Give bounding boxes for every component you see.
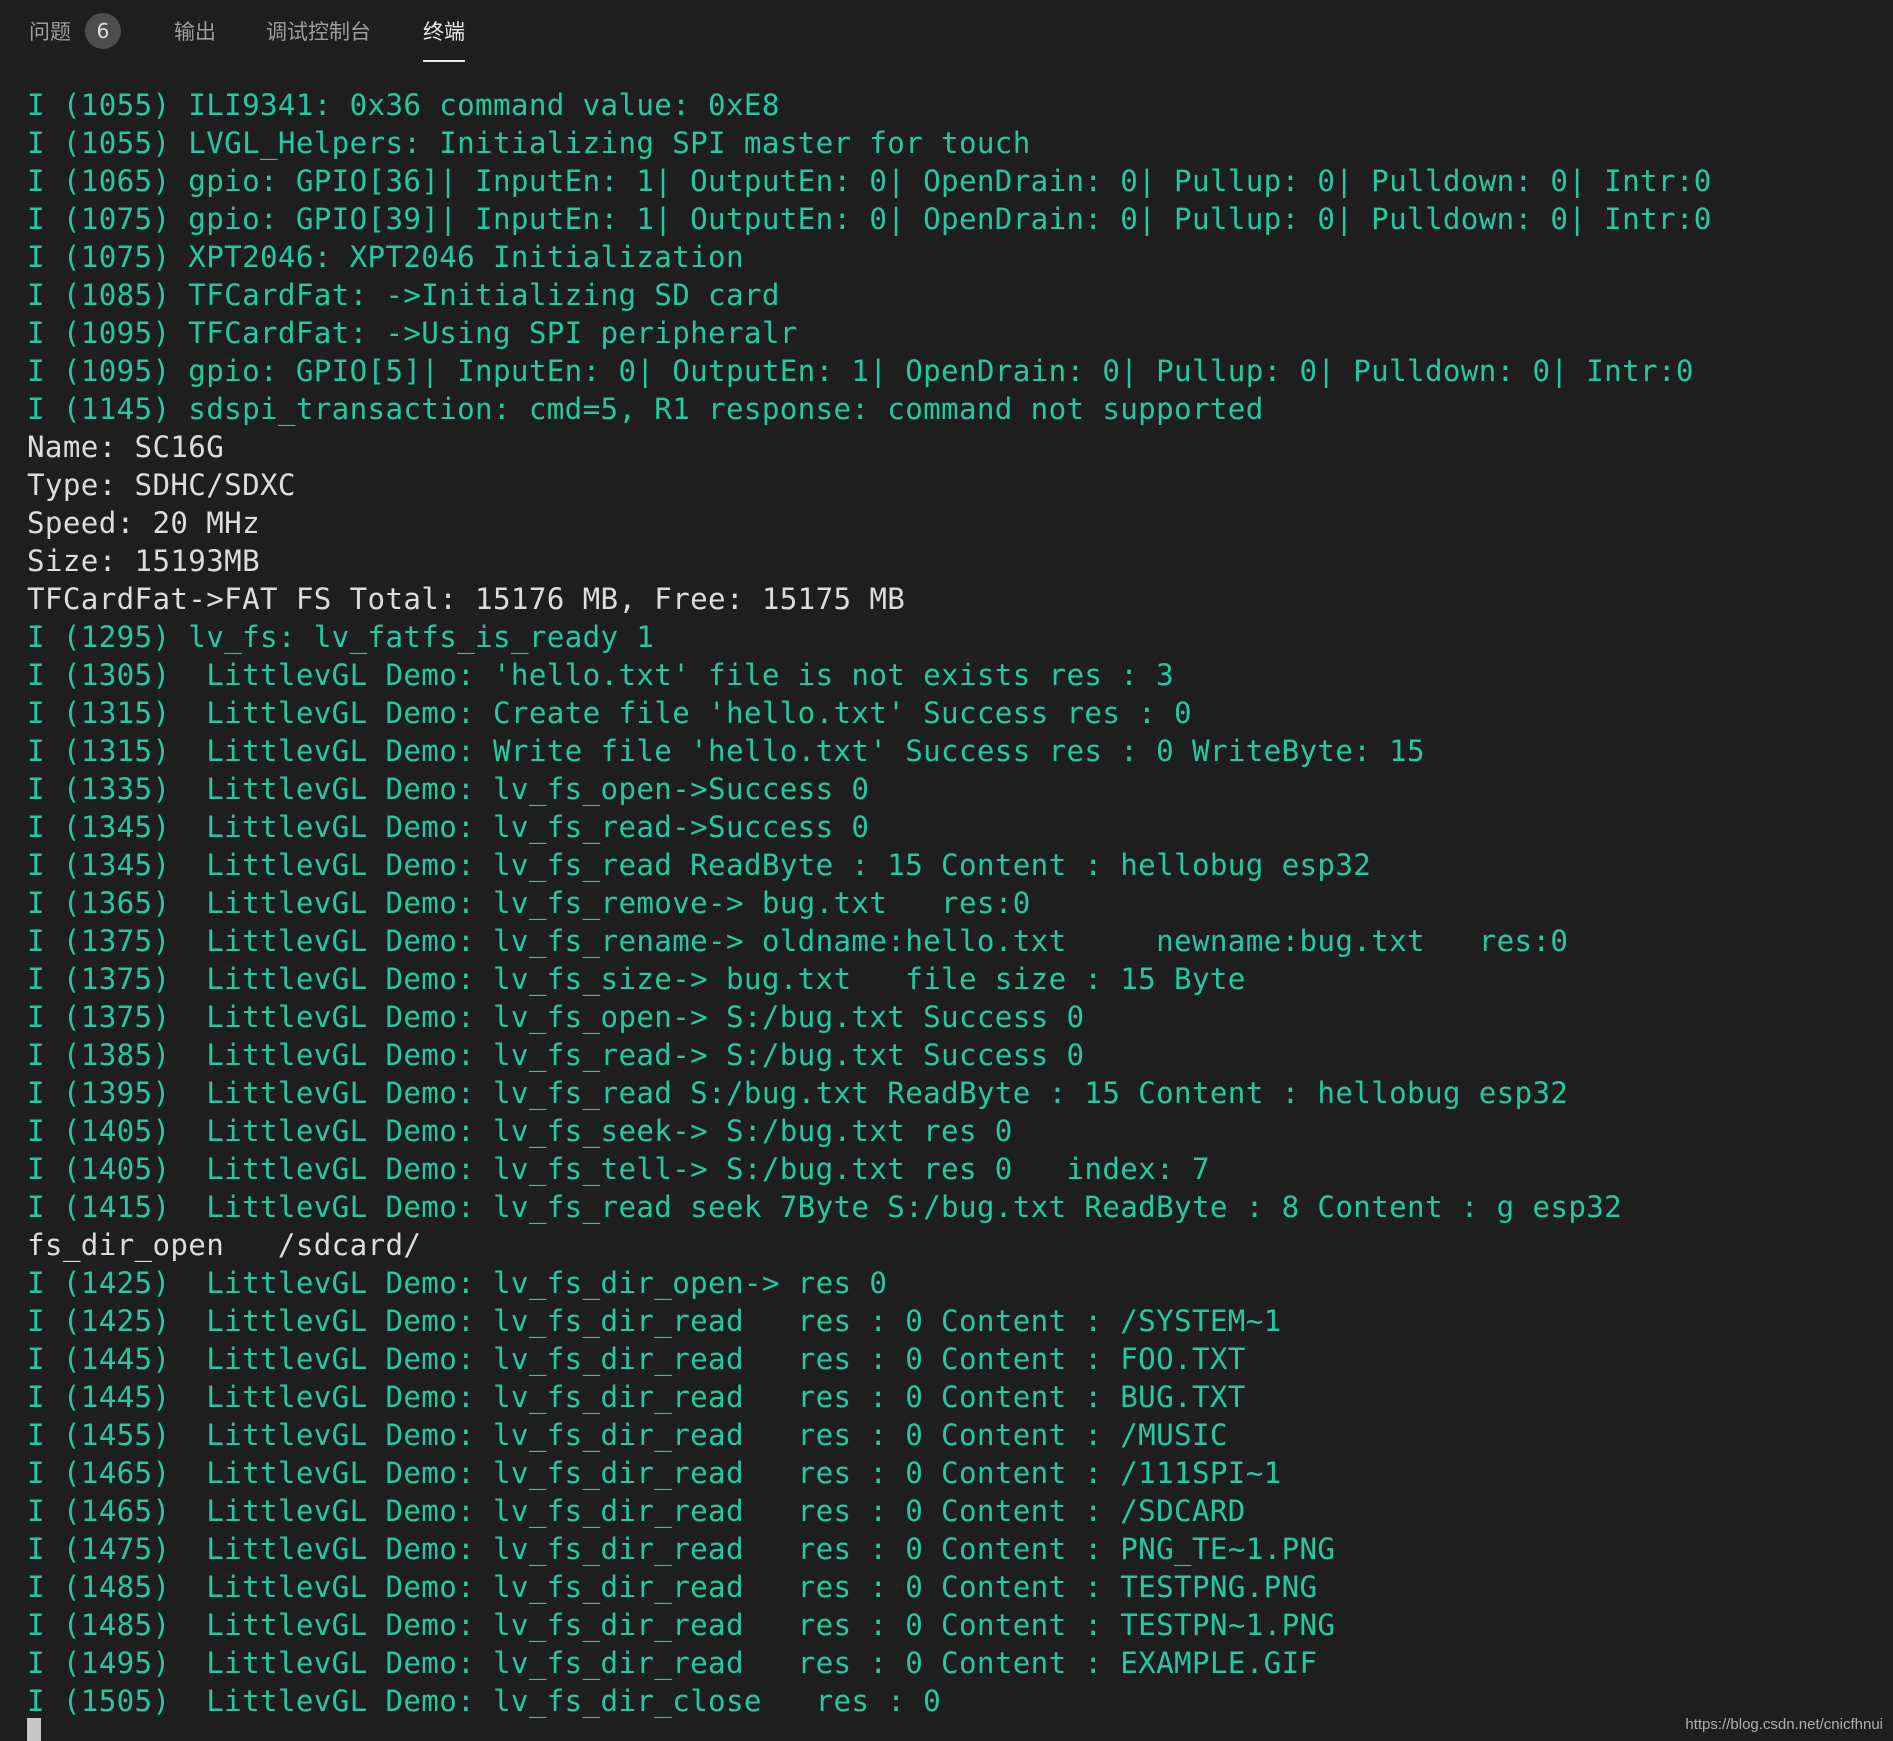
terminal-line: I (1145) sdspi_transaction: cmd=5, R1 re… — [27, 392, 1264, 426]
terminal-line: I (1495) LittlevGL Demo: lv_fs_dir_read … — [27, 1646, 1318, 1680]
terminal-line: I (1385) LittlevGL Demo: lv_fs_read-> S:… — [27, 1038, 1085, 1072]
terminal-line: I (1505) LittlevGL Demo: lv_fs_dir_close… — [27, 1684, 942, 1718]
tab-debug-console-label: 调试控制台 — [266, 20, 371, 44]
tab-terminal-label: 终端 — [423, 20, 465, 44]
terminal-line: I (1375) LittlevGL Demo: lv_fs_rename-> … — [27, 924, 1569, 958]
terminal-line: I (1445) LittlevGL Demo: lv_fs_dir_read … — [27, 1380, 1246, 1414]
terminal-line: I (1465) LittlevGL Demo: lv_fs_dir_read … — [27, 1456, 1282, 1490]
problems-count-badge: 6 — [85, 13, 121, 49]
panel-tab-bar: 问题 6 输出 调试控制台 终端 — [0, 0, 1893, 64]
terminal-cursor — [27, 1718, 41, 1741]
terminal-line: I (1075) XPT2046: XPT2046 Initialization — [27, 240, 744, 274]
terminal-line: I (1095) TFCardFat: ->Using SPI peripher… — [27, 316, 798, 350]
terminal-line: I (1095) gpio: GPIO[5]| InputEn: 0| Outp… — [27, 354, 1694, 388]
terminal-line: Name: SC16G — [27, 430, 225, 464]
tab-debug-console[interactable]: 调试控制台 — [266, 0, 371, 62]
terminal-line: I (1425) LittlevGL Demo: lv_fs_dir_open-… — [27, 1266, 888, 1300]
terminal-line: I (1485) LittlevGL Demo: lv_fs_dir_read … — [27, 1608, 1336, 1642]
terminal-line: I (1375) LittlevGL Demo: lv_fs_open-> S:… — [27, 1000, 1085, 1034]
tab-terminal[interactable]: 终端 — [423, 0, 465, 62]
tab-problems[interactable]: 问题 6 — [29, 0, 121, 62]
terminal-line: Speed: 20 MHz — [27, 506, 260, 540]
terminal-line: I (1075) gpio: GPIO[39]| InputEn: 1| Out… — [27, 202, 1712, 236]
tab-output[interactable]: 输出 — [174, 0, 216, 62]
terminal-line: I (1395) LittlevGL Demo: lv_fs_read S:/b… — [27, 1076, 1569, 1110]
terminal-line: I (1055) LVGL_Helpers: Initializing SPI … — [27, 126, 1031, 160]
terminal-line: I (1085) TFCardFat: ->Initializing SD ca… — [27, 278, 780, 312]
terminal-line: I (1405) LittlevGL Demo: lv_fs_seek-> S:… — [27, 1114, 1013, 1148]
terminal-line: I (1055) ILI9341: 0x36 command value: 0x… — [27, 88, 780, 122]
terminal-line: I (1375) LittlevGL Demo: lv_fs_size-> bu… — [27, 962, 1246, 996]
terminal-line: I (1455) LittlevGL Demo: lv_fs_dir_read … — [27, 1418, 1228, 1452]
terminal-line: I (1315) LittlevGL Demo: Write file 'hel… — [27, 734, 1425, 768]
terminal-line: I (1445) LittlevGL Demo: lv_fs_dir_read … — [27, 1342, 1246, 1376]
terminal-output[interactable]: I (1055) ILI9341: 0x36 command value: 0x… — [27, 86, 1867, 1720]
terminal-line: I (1345) LittlevGL Demo: lv_fs_read->Suc… — [27, 810, 870, 844]
terminal-line: I (1465) LittlevGL Demo: lv_fs_dir_read … — [27, 1494, 1246, 1528]
terminal-line: I (1365) LittlevGL Demo: lv_fs_remove-> … — [27, 886, 1031, 920]
terminal-line: I (1335) LittlevGL Demo: lv_fs_open->Suc… — [27, 772, 870, 806]
terminal-line: Type: SDHC/SDXC — [27, 468, 296, 502]
terminal-line: I (1415) LittlevGL Demo: lv_fs_read seek… — [27, 1190, 1623, 1224]
terminal-line: I (1305) LittlevGL Demo: 'hello.txt' fil… — [27, 658, 1175, 692]
watermark: https://blog.csdn.net/cnicfhnui — [1685, 1716, 1883, 1733]
terminal-line: I (1475) LittlevGL Demo: lv_fs_dir_read … — [27, 1532, 1336, 1566]
terminal-line: fs_dir_open /sdcard/ — [27, 1228, 422, 1262]
tab-output-label: 输出 — [174, 20, 216, 44]
terminal-line: Size: 15193MB — [27, 544, 260, 578]
terminal-line: I (1295) lv_fs: lv_fatfs_is_ready 1 — [27, 620, 655, 654]
terminal-line: I (1405) LittlevGL Demo: lv_fs_tell-> S:… — [27, 1152, 1210, 1186]
terminal-line: I (1065) gpio: GPIO[36]| InputEn: 1| Out… — [27, 164, 1712, 198]
terminal-line: TFCardFat->FAT FS Total: 15176 MB, Free:… — [27, 582, 906, 616]
terminal-line: I (1425) LittlevGL Demo: lv_fs_dir_read … — [27, 1304, 1282, 1338]
terminal-line: I (1345) LittlevGL Demo: lv_fs_read Read… — [27, 848, 1372, 882]
terminal-line: I (1315) LittlevGL Demo: Create file 'he… — [27, 696, 1192, 730]
tab-problems-label: 问题 — [29, 20, 71, 44]
terminal-line: I (1485) LittlevGL Demo: lv_fs_dir_read … — [27, 1570, 1318, 1604]
